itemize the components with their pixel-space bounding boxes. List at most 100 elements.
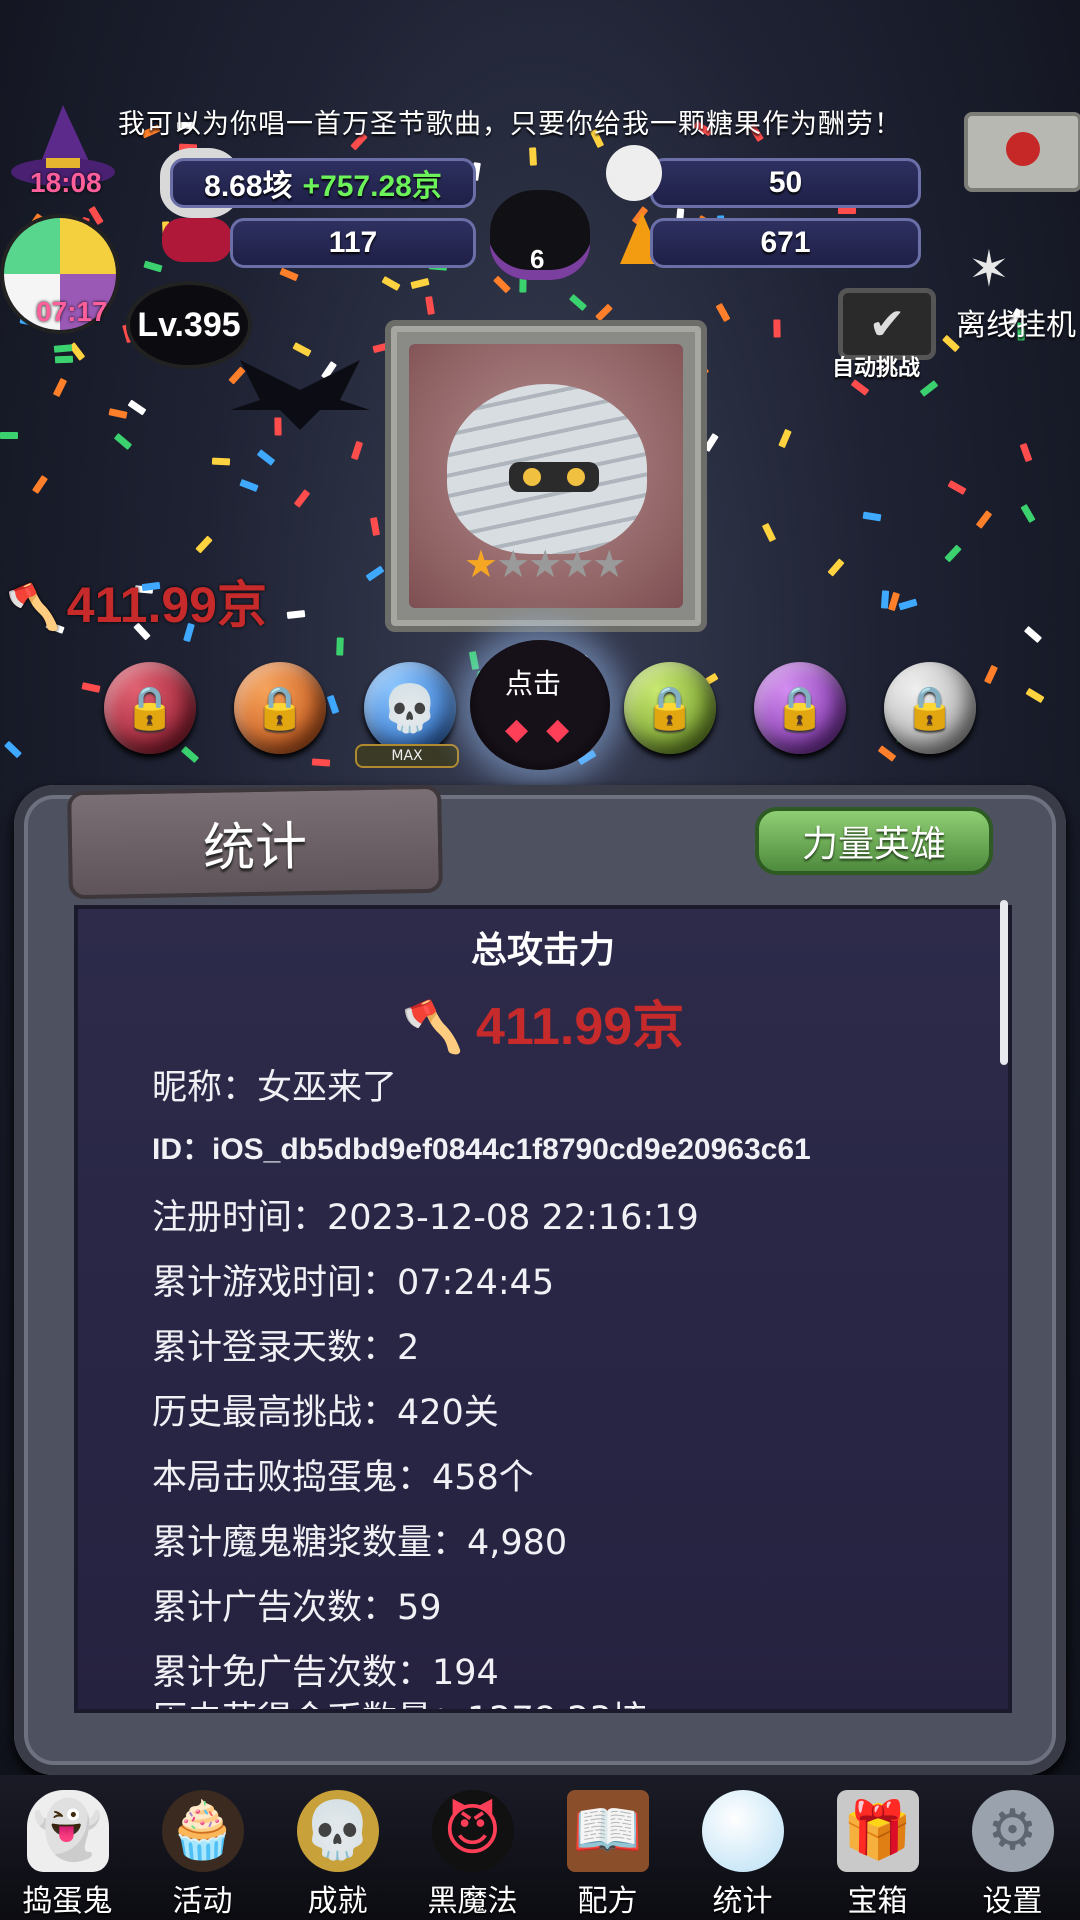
ghost-icon: 👻 <box>26 1790 109 1872</box>
bow-skull-icon <box>162 218 232 262</box>
bat-icon <box>230 350 370 430</box>
attack-power: 🪓 411.99京 <box>6 577 267 633</box>
confetti-piece <box>827 557 845 577</box>
skill-orb-green-locked[interactable]: 🔒 <box>624 662 716 754</box>
skill-orb-purple-locked[interactable]: 🔒 <box>754 662 846 754</box>
stat-ad-free: 累计免广告次数：194 <box>152 1653 499 1693</box>
panel-attack: 🪓 411.99京 <box>401 998 685 1056</box>
lock-icon: 🔒 <box>643 683 697 732</box>
skull-icon <box>606 145 662 201</box>
panel-title: 总攻击力 <box>470 930 615 971</box>
confetti-piece <box>381 276 401 292</box>
hat-timer: 18:08 <box>30 167 102 198</box>
star-rating: ★★★★★ <box>464 542 626 586</box>
confetti-piece <box>1020 503 1036 523</box>
offline-idle-button[interactable]: 离线挂机 <box>956 300 1076 344</box>
skill-orb-white-locked[interactable]: 🔒 <box>884 662 976 754</box>
confetti-piece <box>180 745 199 763</box>
confetti-piece <box>311 758 331 767</box>
stats-content: 总攻击力 🪓 411.99京 昵称：女巫来了 ID：iOS_db5dbd9ef08… <box>74 905 1012 1713</box>
confetti-piece <box>1025 687 1045 703</box>
nav-stats[interactable]: 统计 <box>675 1790 810 1920</box>
stat-defeated: 本局击败捣蛋鬼：458个 <box>152 1458 534 1498</box>
skill-orb-red-locked[interactable]: 🔒 <box>104 662 196 754</box>
confetti-piece <box>293 488 311 508</box>
nav-settings[interactable]: ⚙ 设置 <box>945 1790 1080 1920</box>
gold-rate: +757.28京 <box>302 170 442 203</box>
gold-bar: 8.68垓 +757.28京 <box>170 158 476 208</box>
skill-orb-orange-locked[interactable]: 🔒 <box>234 662 326 754</box>
confetti-piece <box>976 510 993 530</box>
skull-trophy-icon: 💀 <box>296 1790 379 1872</box>
confetti-piece <box>336 637 344 656</box>
lock-icon: 🔒 <box>773 683 827 732</box>
tab-power-hero[interactable]: 力量英雄 <box>755 807 993 875</box>
speech-text: 我可以为你唱一首万圣节歌曲，只要你给我一颗糖果作为酬劳！ <box>118 109 902 140</box>
confetti-piece <box>32 474 49 494</box>
confetti-piece <box>984 664 999 684</box>
nav-black-magic[interactable]: 😈 黑魔法 <box>405 1790 540 1920</box>
nav-ghost[interactable]: 👻 捣蛋鬼 <box>0 1790 135 1920</box>
nav-achievement[interactable]: 💀 成就 <box>270 1790 405 1920</box>
confetti-piece <box>52 377 67 397</box>
devil-icon: 😈 <box>431 1790 514 1872</box>
candy-corn-count: 671 <box>760 226 811 259</box>
confetti-piece <box>53 344 73 353</box>
hero-portrait[interactable]: ★★★★★ <box>385 320 707 632</box>
confetti-piece <box>716 303 731 323</box>
confetti-piece <box>286 609 305 619</box>
confetti-piece <box>778 428 793 449</box>
bow-bar: 117 <box>230 218 476 268</box>
confetti-piece <box>1019 443 1033 463</box>
cauldron-count: 6 <box>530 244 545 274</box>
mail-icon[interactable] <box>964 112 1080 192</box>
confetti-piece <box>898 598 918 611</box>
scrollbar[interactable] <box>1000 900 1008 1065</box>
confetti-piece <box>54 355 73 364</box>
confetti-piece <box>888 592 901 612</box>
confetti-piece <box>195 535 213 554</box>
confetti-piece <box>761 522 777 543</box>
crystal-ball-icon <box>701 1790 784 1872</box>
confetti-piece <box>279 268 299 282</box>
confetti-piece <box>469 650 480 670</box>
confetti-piece <box>947 479 967 495</box>
confetti-piece <box>113 432 132 450</box>
skull-icon: 💀 <box>381 680 439 735</box>
lock-icon: 🔒 <box>123 683 177 732</box>
confetti-piece <box>1023 626 1043 644</box>
candy-corn-bar: 671 <box>650 218 921 268</box>
confetti-piece <box>87 206 104 226</box>
nav-chest[interactable]: 🎁 宝箱 <box>810 1790 945 1920</box>
gold-amount: 8.68垓 <box>204 170 293 203</box>
nav-activity[interactable]: 🧁 活动 <box>135 1790 270 1920</box>
confetti-piece <box>568 293 588 311</box>
book-icon: 📖 <box>566 1790 649 1872</box>
confetti-piece <box>326 694 339 715</box>
devil-eyes-icon: ◆◆ <box>505 712 588 747</box>
confetti-piece <box>878 745 897 762</box>
auto-challenge-label: 自动挑战 <box>832 356 921 381</box>
confetti-piece <box>365 565 385 582</box>
devil-tap-button[interactable] <box>470 640 610 770</box>
confetti-piece <box>257 449 276 466</box>
skull-count: 50 <box>768 166 803 199</box>
lock-icon: 🔒 <box>903 683 957 732</box>
candy-timer: 07:17 <box>36 296 108 327</box>
axe-icon: 🪓 <box>6 583 61 632</box>
confetti-piece <box>0 431 19 439</box>
nav-recipe[interactable]: 📖 配方 <box>540 1790 675 1920</box>
gift-icon: 🎁 <box>836 1790 919 1872</box>
gear-icon: ⚙ <box>971 1790 1054 1872</box>
skill-orb-blue-skull[interactable]: 💀 <box>364 662 456 754</box>
tab-stats[interactable]: 统计 <box>67 784 443 900</box>
confetti-piece <box>369 517 380 537</box>
stat-syrup: 累计魔鬼糖浆数量：4,980 <box>152 1523 568 1563</box>
confetti-piece <box>944 544 962 563</box>
confetti-piece <box>862 511 882 522</box>
stat-login-days: 累计登录天数：2 <box>152 1328 420 1368</box>
lock-icon: 🔒 <box>253 683 307 732</box>
devil-tap-label: 点击 <box>505 667 562 700</box>
stat-max-challenge: 历史最高挑战：420关 <box>152 1393 499 1433</box>
max-tag: MAX <box>355 744 459 768</box>
